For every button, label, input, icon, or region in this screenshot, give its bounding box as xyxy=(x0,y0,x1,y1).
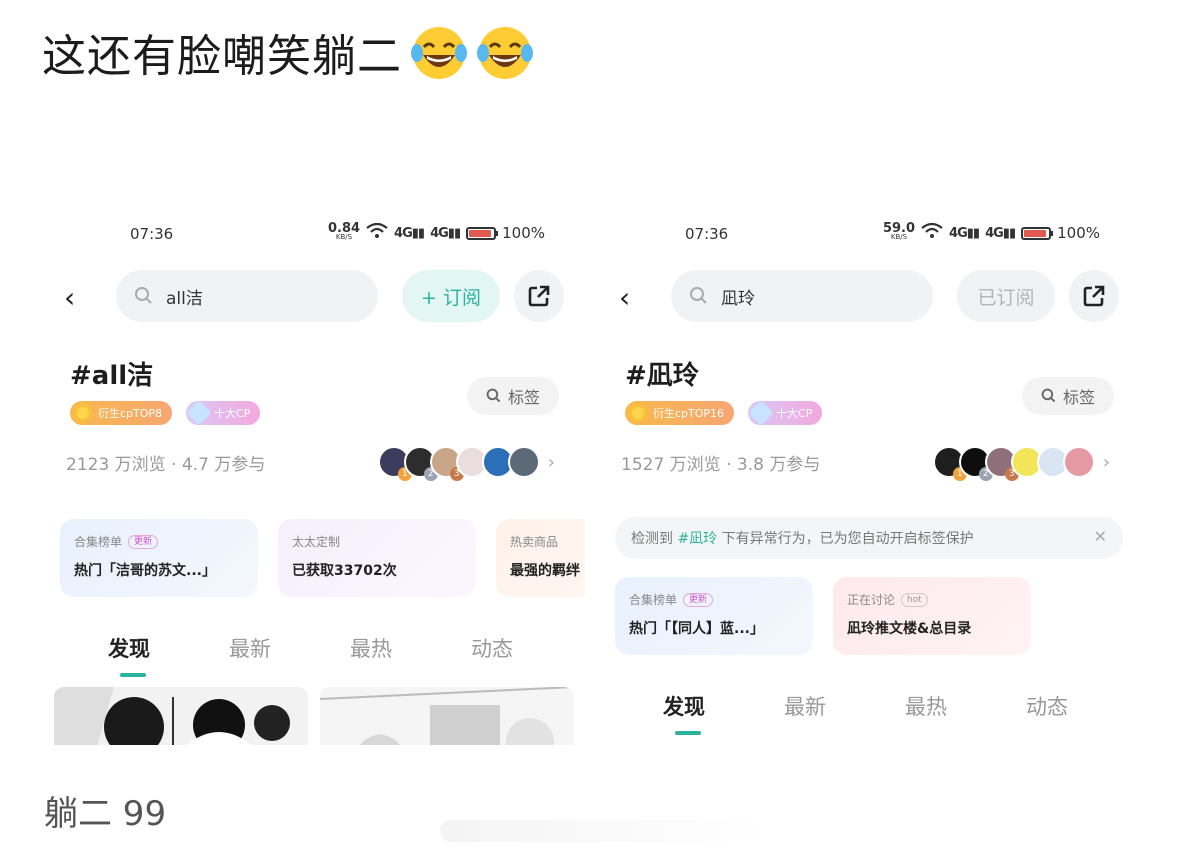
signal-icon: 4G▮▮ xyxy=(430,225,461,241)
subscribe-button[interactable]: + 订阅 xyxy=(402,270,500,322)
rank-badge[interactable]: 衍生cpTOP16 xyxy=(625,401,735,425)
search-input[interactable]: all洁 xyxy=(116,270,378,322)
search-text: all洁 xyxy=(166,288,203,309)
signal-icon: 4G▮▮ xyxy=(949,225,980,241)
top-cp-badge[interactable]: 十大CP xyxy=(748,400,823,426)
crown-icon xyxy=(74,404,92,422)
network-speed: 0.84 KB/S xyxy=(327,221,361,241)
wifi-icon xyxy=(366,222,388,243)
subscribed-button[interactable]: 已订阅 xyxy=(957,270,1055,322)
card-collection[interactable]: 合集榜单 更新 热门「【同人】蓝...」 xyxy=(615,577,813,655)
star-icon xyxy=(748,400,774,426)
status-time: 07:36 xyxy=(130,225,174,243)
share-button[interactable] xyxy=(514,270,564,322)
battery-percent: 100% xyxy=(1057,224,1100,242)
tab-activity[interactable]: 动态 xyxy=(443,633,564,663)
feed-tabs: 发现 最新 最热 动态 xyxy=(635,691,1119,735)
wifi-icon xyxy=(921,222,943,243)
contributor-avatars[interactable]: 1 2 3 › xyxy=(377,446,555,481)
close-icon[interactable]: ✕ xyxy=(1094,527,1107,546)
tag-protection-notice: 检测到 #凪玲 下有异常行为，已为您自动开启标签保护 ✕ xyxy=(615,517,1123,559)
search-input[interactable]: 凪玲 xyxy=(671,270,933,322)
tab-discover[interactable]: 发现 xyxy=(635,691,756,735)
rank-badge[interactable]: 衍生cpTOP8 xyxy=(70,401,173,425)
post-title: 这还有脸嘲笑躺二 xyxy=(42,22,534,82)
feature-cards: 合集榜单 更新 热门「【同人】蓝...」 正在讨论 hot 凪玲推文楼&总目录 xyxy=(615,577,1031,655)
chevron-right-icon: › xyxy=(1102,451,1110,473)
manga-thumbnail[interactable] xyxy=(320,687,574,745)
avatar xyxy=(1062,446,1095,478)
screenshot-right: 07:36 59.0 KB/S 4G▮▮ 4G▮▮ 100% ‹ 凪玲 已订阅 #… xyxy=(585,205,1140,745)
battery-percent: 100% xyxy=(502,224,545,242)
tab-latest[interactable]: 最新 xyxy=(756,691,877,721)
feature-cards: 合集榜单 更新 热门「洁哥的苏文...」 太太定制 已获取33702次 热卖商品 … xyxy=(60,519,585,597)
status-time: 07:36 xyxy=(685,225,729,243)
signal-icon: 4G▮▮ xyxy=(985,225,1016,241)
tag-title: #all洁 xyxy=(70,361,154,391)
tag-button-label: 标签 xyxy=(507,388,540,407)
top-cp-badge[interactable]: 十大CP xyxy=(186,400,261,426)
screenshot-left: 07:36 0.84 KB/S 4G▮▮ 4G▮▮ 100% ‹ all洁 + 订… xyxy=(30,205,585,745)
star-icon xyxy=(186,400,212,426)
search-icon xyxy=(135,287,152,304)
top-bar: ‹ all洁 + 订阅 xyxy=(30,267,585,323)
avatar xyxy=(507,446,540,478)
share-icon xyxy=(1083,285,1105,307)
card-collection[interactable]: 合集榜单 更新 热门「洁哥的苏文...」 xyxy=(60,519,258,597)
tab-discover[interactable]: 发现 xyxy=(80,633,201,677)
post-title-text: 这还有脸嘲笑躺二 xyxy=(42,31,402,82)
search-icon xyxy=(486,388,501,403)
tag-stats: 2123 万浏览 · 4.7 万参与 xyxy=(66,455,266,475)
feed-thumbnails xyxy=(54,687,574,745)
tag-button[interactable]: 标签 xyxy=(1022,377,1114,415)
battery-icon xyxy=(466,226,499,240)
tag-title: #凪玲 xyxy=(625,361,699,391)
status-bar: 07:36 59.0 KB/S 4G▮▮ 4G▮▮ 100% xyxy=(585,221,1140,245)
tag-stats: 1527 万浏览 · 3.8 万参与 xyxy=(621,455,821,475)
tag-button-label: 标签 xyxy=(1062,388,1095,407)
card-custom[interactable]: 太太定制 已获取33702次 xyxy=(278,519,476,597)
badges: 衍生cpTOP8 十大CP xyxy=(70,400,261,426)
search-text: 凪玲 xyxy=(721,288,755,309)
back-chevron-icon[interactable]: ‹ xyxy=(619,281,630,314)
tab-activity[interactable]: 动态 xyxy=(998,691,1119,721)
search-icon xyxy=(690,287,707,304)
top-bar: ‹ 凪玲 已订阅 xyxy=(585,267,1140,323)
tab-hottest[interactable]: 最热 xyxy=(877,691,998,721)
signal-icon: 4G▮▮ xyxy=(394,225,425,241)
laughing-tears-emoji-icon xyxy=(410,23,468,81)
tab-hottest[interactable]: 最热 xyxy=(322,633,443,663)
share-button[interactable] xyxy=(1069,270,1119,322)
card-discussion[interactable]: 正在讨论 hot 凪玲推文楼&总目录 xyxy=(833,577,1031,655)
card-shop[interactable]: 热卖商品 最强的羁绊 xyxy=(496,519,585,597)
battery-icon xyxy=(1021,226,1054,240)
feed-tabs: 发现 最新 最热 动态 xyxy=(80,633,564,677)
notice-tag-link[interactable]: #凪玲 xyxy=(677,528,717,548)
network-speed: 59.0 KB/S xyxy=(882,221,916,241)
faded-element xyxy=(440,820,770,842)
comment-text: 躺二 99 xyxy=(44,794,167,834)
share-icon xyxy=(528,285,550,307)
laughing-tears-emoji-icon xyxy=(476,23,534,81)
search-icon xyxy=(1041,388,1056,403)
tab-latest[interactable]: 最新 xyxy=(201,633,322,663)
badges: 衍生cpTOP16 十大CP xyxy=(625,400,823,426)
contributor-avatars[interactable]: 1 2 3 › xyxy=(932,446,1110,481)
crown-icon xyxy=(629,404,647,422)
back-chevron-icon[interactable]: ‹ xyxy=(64,281,75,314)
tag-button[interactable]: 标签 xyxy=(467,377,559,415)
status-bar: 07:36 0.84 KB/S 4G▮▮ 4G▮▮ 100% xyxy=(30,221,585,245)
chevron-right-icon: › xyxy=(547,451,555,473)
manga-thumbnail[interactable] xyxy=(54,687,308,745)
